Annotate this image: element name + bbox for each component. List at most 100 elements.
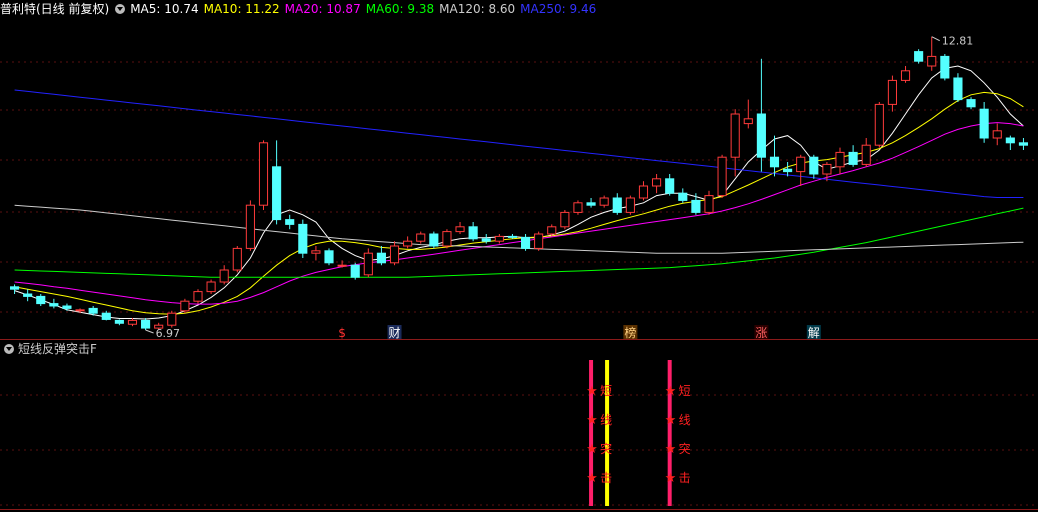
signal-char: 突 [600,441,612,456]
candle-body [665,178,675,194]
star-icon: ★ [586,471,598,486]
signal-char: 线 [600,413,612,427]
candle-body [822,163,832,175]
candle [573,200,583,215]
candle [272,140,282,225]
candle [809,154,819,179]
candle [245,200,255,251]
candle [429,231,439,249]
indicator-chart[interactable]: ★ 短★ 线★ 突★ 击★ 短★ 线★ 突★ 击 [0,340,1038,512]
candle [141,318,151,330]
candle-body [114,319,124,324]
star-icon: ★ [665,442,677,457]
candle [953,73,963,102]
candle-body [560,211,570,228]
candle-body [638,185,649,199]
candle-body [848,151,858,165]
candle [324,248,334,266]
candle-body [494,235,504,242]
candle [62,303,72,311]
candle-body [245,204,255,249]
candle [442,229,452,249]
candle [730,109,740,177]
ma-line-ma120 [14,204,1024,254]
candle-body [887,79,897,105]
candle-body [599,197,609,206]
signal-char: 突 [679,441,691,456]
candle [127,318,138,327]
candle [1018,138,1029,150]
star-icon: ★ [586,442,598,457]
candle [403,236,413,249]
candle-body [966,99,976,108]
candle-body [180,300,190,312]
candle-body [796,156,806,173]
candle-body [1018,142,1029,146]
candle [285,214,295,230]
candle-body [429,233,439,247]
candle [992,123,1002,146]
candle-body [363,252,373,276]
candle-body [206,281,216,293]
candle [599,195,609,208]
candle-body [534,233,544,249]
candle-body [652,178,662,187]
low-marker [145,329,154,334]
candle [704,190,714,215]
candle-body [49,303,59,307]
candle-body [927,55,937,67]
candle-body [481,238,491,242]
bottom-border [0,509,1038,510]
candle-body [861,144,871,165]
candle [848,145,858,167]
candle [416,231,426,244]
candle [193,289,203,304]
star-icon: ★ [665,471,677,486]
event-marker: 榜 [624,325,636,340]
candle [258,140,269,210]
candle [756,58,766,172]
candle [560,210,570,230]
candle [468,222,478,242]
candle [494,234,504,244]
candle-body [769,156,780,168]
candle [665,174,675,196]
star-icon: ★ [586,413,598,428]
candle-body [141,319,151,329]
candle-body [809,156,819,175]
candlestick-chart[interactable]: 12.816.97 $ 财榜涨解 [0,0,1038,340]
candle [219,265,229,285]
candle [691,193,701,215]
candle-body [992,130,1002,139]
candle-body [232,247,242,271]
candle [940,54,950,81]
candle-body [9,286,20,290]
candle-body [835,151,845,168]
candle [717,154,727,198]
candle [167,310,177,328]
candle [350,262,360,280]
signal-char: 短 [600,384,612,398]
candle-body [36,295,46,305]
candle-body [455,226,465,233]
candle [900,66,911,83]
candle [625,195,635,215]
candle-body [783,168,793,173]
star-icon: ★ [665,413,677,428]
candle-body [900,70,911,81]
candle [49,298,59,309]
candle-body [416,233,426,242]
candle [232,246,242,273]
candle-body [298,223,308,254]
candle [796,154,806,186]
signal-char: 短 [679,384,691,398]
candle [298,219,308,258]
candle [1005,135,1015,150]
candle-body [23,293,33,297]
candle [206,279,216,294]
ma-line-ma5 [14,65,1024,320]
candle-body [625,197,635,213]
candle [36,294,46,306]
high-marker [931,36,940,42]
candle [927,36,937,71]
